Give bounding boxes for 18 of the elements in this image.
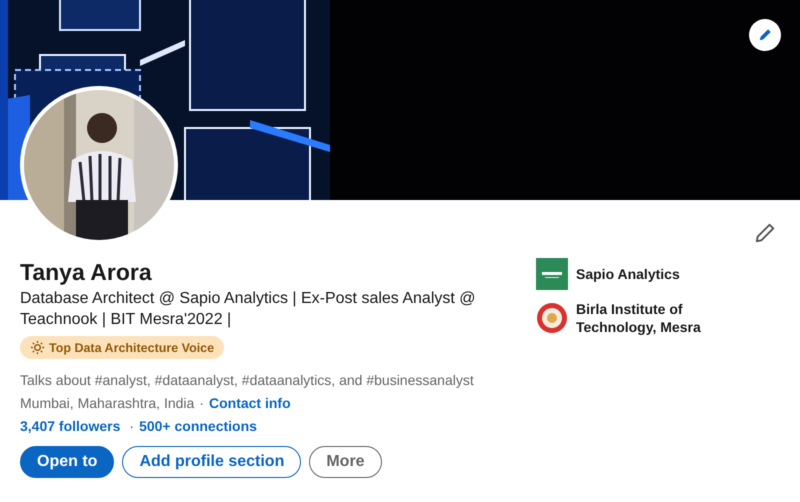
headline: Database Architect @ Sapio Analytics | Ex-Post sales Analyst @ Teachnook | BIT Mesra'2022 |: [20, 289, 477, 330]
voice-badge[interactable]: Top Data Architecture Voice: [20, 336, 224, 359]
open-to-button[interactable]: Open to: [20, 446, 114, 478]
add-section-button[interactable]: Add profile section: [122, 446, 302, 478]
more-button[interactable]: More: [309, 446, 382, 478]
talks-about: Talks about #analyst, #dataanalyst, #dataanalytics, and #businessanalyst: [20, 372, 475, 388]
separator-dot: ·: [199, 395, 204, 411]
location: Mumbai, Maharashtra, India: [20, 395, 194, 411]
organization-name[interactable]: Sapio Analytics: [576, 265, 726, 283]
profile-name: Tanya Arora: [20, 258, 153, 286]
school-seal-icon: [536, 302, 568, 334]
followers-link[interactable]: 3,407 followers: [20, 418, 120, 434]
organization-name[interactable]: Birla Institute of Technology, Mesra: [576, 300, 726, 336]
edit-icon[interactable]: [754, 222, 776, 244]
separator-dot: ·: [129, 418, 134, 434]
connections-link[interactable]: 500+ connections: [139, 418, 257, 434]
company-logo-icon: [536, 258, 568, 290]
contact-info-link[interactable]: Contact info: [208, 395, 291, 411]
